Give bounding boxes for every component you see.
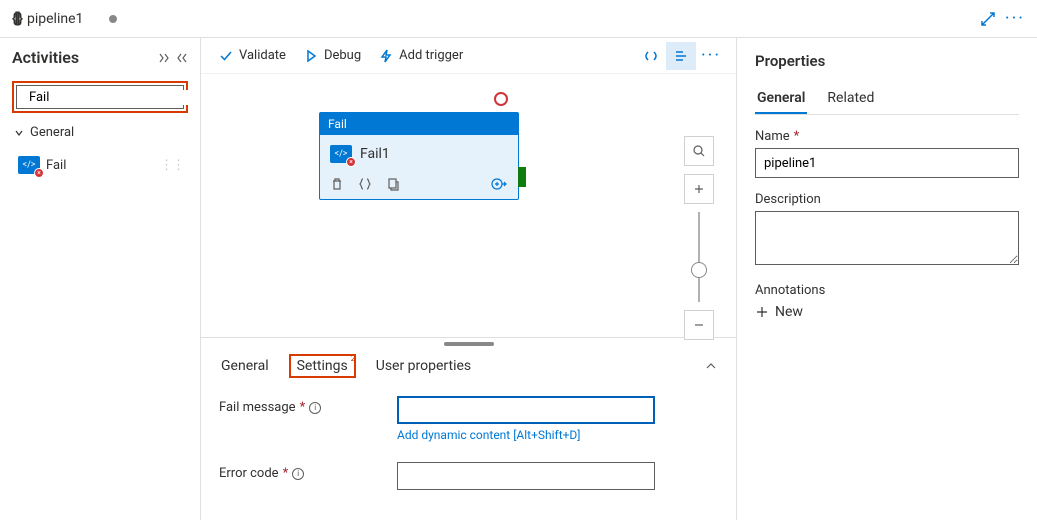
add-dynamic-content-link[interactable]: Add dynamic content [Alt+Shift+D] <box>397 428 655 442</box>
more-icon[interactable]: ··· <box>1005 8 1025 29</box>
pipeline-tab[interactable]: {[]} pipeline1 <box>12 11 117 27</box>
category-general[interactable]: General <box>12 121 188 144</box>
top-tab-bar: {[]} pipeline1 ··· <box>0 0 1037 38</box>
info-icon[interactable]: i <box>292 468 304 480</box>
fail-activity-icon: × <box>330 145 352 163</box>
properties-view-button[interactable] <box>666 42 696 70</box>
play-icon <box>304 49 318 63</box>
zoom-controls <box>684 136 714 348</box>
zoom-search-button[interactable] <box>684 136 714 166</box>
chevron-down-icon <box>14 128 24 138</box>
canvas-toolbar: Validate Debug Add trigger <box>201 38 736 74</box>
error-code-label: Error code * i <box>219 462 397 481</box>
pipeline-icon: {[]} <box>12 11 21 27</box>
dirty-indicator-icon <box>109 15 117 23</box>
node-header: Fail <box>320 113 518 135</box>
zoom-out-button[interactable] <box>684 310 714 340</box>
properties-panel: Properties General Related Name* Descrip… <box>737 38 1037 520</box>
search-input[interactable] <box>29 90 195 105</box>
sidebar-title: Activities <box>12 48 79 67</box>
required-indicator: * <box>283 466 289 481</box>
tab-settings[interactable]: Settings <box>295 354 350 378</box>
success-connector[interactable] <box>518 167 526 187</box>
tab-related-prop[interactable]: Related <box>825 84 876 114</box>
settings-badge: 2 <box>351 354 356 364</box>
check-icon <box>219 49 233 63</box>
selection-handle-icon <box>494 92 508 106</box>
fail-activity-icon: × <box>18 156 40 174</box>
info-icon[interactable]: i <box>309 402 321 414</box>
search-input-wrapper[interactable] <box>16 85 184 109</box>
collapse-panel-icon[interactable] <box>704 361 718 371</box>
error-code-input[interactable] <box>397 462 655 490</box>
node-name: Fail1 <box>360 146 390 162</box>
code-view-button[interactable] <box>636 42 666 70</box>
pipeline-name-input[interactable] <box>755 148 1019 178</box>
new-annotation-button[interactable]: New <box>755 304 1019 320</box>
tab-general-bottom[interactable]: General <box>219 354 271 378</box>
description-label: Description <box>755 192 1019 207</box>
lightning-icon <box>379 49 393 63</box>
validate-button[interactable]: Validate <box>219 48 286 63</box>
properties-title: Properties <box>755 52 1019 70</box>
debug-button[interactable]: Debug <box>304 48 361 63</box>
bottom-panel: General Settings 2 User properties Fail … <box>201 337 736 520</box>
name-label: Name* <box>755 129 1019 144</box>
hide-sidebar-icon[interactable] <box>176 52 188 64</box>
activities-sidebar: Activities General <box>0 38 200 520</box>
node-footer <box>320 173 518 199</box>
toolbar-more-button[interactable]: ··· <box>696 42 726 70</box>
plus-icon <box>755 305 769 319</box>
node-body: × Fail1 <box>320 135 518 173</box>
fail-message-label: Fail message * i <box>219 396 397 415</box>
zoom-slider[interactable] <box>698 212 700 302</box>
zoom-in-button[interactable] <box>684 174 714 204</box>
code-braces-icon[interactable] <box>358 177 372 191</box>
add-output-icon[interactable] <box>490 177 508 191</box>
activity-item-fail[interactable]: × Fail ⋮⋮ <box>14 152 188 178</box>
delete-icon[interactable] <box>330 177 344 191</box>
activity-item-label: Fail <box>46 158 66 173</box>
tab-general-prop[interactable]: General <box>755 84 807 114</box>
tab-user-properties[interactable]: User properties <box>374 354 473 378</box>
add-trigger-button[interactable]: Add trigger <box>379 48 463 63</box>
required-indicator: * <box>300 400 306 415</box>
search-highlight <box>12 81 188 113</box>
tab-title: pipeline1 <box>27 11 83 27</box>
drag-grip-icon[interactable]: ⋮⋮ <box>160 158 184 173</box>
description-input[interactable] <box>755 211 1019 265</box>
copy-icon[interactable] <box>386 177 400 191</box>
pipeline-canvas[interactable]: Fail × Fail1 <box>201 74 736 337</box>
fail-activity-node[interactable]: Fail × Fail1 <box>319 112 519 200</box>
annotations-label: Annotations <box>755 283 1019 298</box>
expand-icon[interactable] <box>981 12 995 26</box>
zoom-thumb[interactable] <box>691 262 707 278</box>
category-label: General <box>30 125 74 140</box>
fail-message-input[interactable] <box>397 396 655 424</box>
tab-settings-highlight: Settings 2 <box>289 354 356 378</box>
center-panel: Validate Debug Add trigger <box>200 38 737 520</box>
collapse-all-icon[interactable] <box>158 52 172 64</box>
